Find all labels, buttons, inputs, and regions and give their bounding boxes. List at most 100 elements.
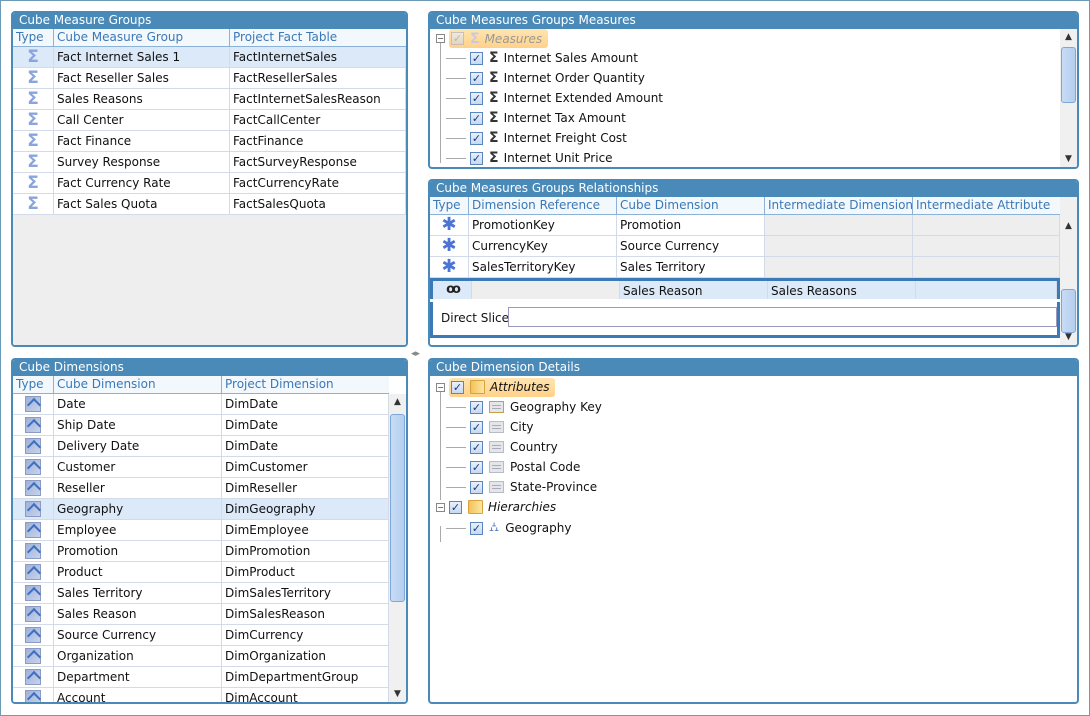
- table-row[interactable]: Source Currency DimCurrency: [13, 625, 389, 646]
- table-row[interactable]: Organization DimOrganization: [13, 646, 389, 667]
- column-header-project-fact-table[interactable]: Project Fact Table: [230, 29, 406, 46]
- type-cell: oo: [433, 281, 472, 299]
- table-row[interactable]: ✱ SalesTerritoryKey Sales Territory: [430, 257, 1060, 278]
- table-row[interactable]: Σ Sales Reasons FactInternetSalesReason: [13, 89, 406, 110]
- project-fact-table-cell: FactCurrencyRate: [230, 173, 406, 193]
- scroll-down-icon[interactable]: ▼: [1060, 151, 1077, 167]
- table-row[interactable]: Σ Survey Response FactSurveyResponse: [13, 152, 406, 173]
- scroll-thumb[interactable]: [1061, 289, 1076, 333]
- column-header-type[interactable]: Type: [430, 197, 469, 214]
- column-header-intermediate-dimension[interactable]: Intermediate Dimension: [765, 197, 913, 214]
- column-header-cube-dimension[interactable]: Cube Dimension: [617, 197, 765, 214]
- table-row[interactable]: Reseller DimReseller: [13, 478, 389, 499]
- scroll-thumb[interactable]: [1061, 47, 1076, 103]
- column-header-type[interactable]: Type: [13, 29, 54, 46]
- collapse-icon[interactable]: −: [436, 34, 445, 43]
- table-row[interactable]: Delivery Date DimDate: [13, 436, 389, 457]
- project-dimension-cell: DimProduct: [222, 562, 389, 582]
- table-row[interactable]: Promotion DimPromotion: [13, 541, 389, 562]
- checkbox[interactable]: ✓: [470, 440, 483, 454]
- tree-node-attributes[interactable]: − ✓ Attributes: [436, 377, 1077, 397]
- checkbox[interactable]: ✓: [470, 521, 483, 535]
- checkbox[interactable]: ✓: [451, 32, 464, 45]
- checkbox[interactable]: ✓: [449, 500, 462, 514]
- column-header-project-dimension[interactable]: Project Dimension: [222, 376, 389, 393]
- vertical-scrollbar[interactable]: ▲ ▼: [1060, 197, 1077, 345]
- column-header-cube-measure-group[interactable]: Cube Measure Group: [54, 29, 230, 46]
- checkbox[interactable]: ✓: [470, 71, 483, 85]
- table-row[interactable]: Date DimDate: [13, 394, 389, 415]
- column-header-dimension-reference[interactable]: Dimension Reference: [469, 197, 617, 214]
- checkbox[interactable]: ✓: [470, 460, 483, 474]
- scroll-up-icon[interactable]: ▲: [1060, 218, 1077, 234]
- tree-node-measure[interactable]: ✓ Σ Internet Order Quantity: [436, 68, 1077, 88]
- tree-node-attribute[interactable]: ✓ Country: [436, 437, 1077, 457]
- checkbox[interactable]: ✓: [470, 420, 483, 434]
- checkbox[interactable]: ✓: [470, 51, 483, 65]
- table-row[interactable]: oo Sales Reason Sales Reasons: [430, 278, 1060, 299]
- table-row[interactable]: Sales Territory DimSalesTerritory: [13, 583, 389, 604]
- table-row[interactable]: Σ Call Center FactCallCenter: [13, 110, 406, 131]
- project-dimension-cell: DimEmployee: [222, 520, 389, 540]
- table-row[interactable]: Σ Fact Finance FactFinance: [13, 131, 406, 152]
- table-row[interactable]: Σ Fact Sales Quota FactSalesQuota: [13, 194, 406, 215]
- scroll-thumb[interactable]: [390, 414, 405, 602]
- table-row[interactable]: Department DimDepartmentGroup: [13, 667, 389, 688]
- table-row[interactable]: Σ Fact Reseller Sales FactResellerSales: [13, 68, 406, 89]
- column-header-cube-dimension[interactable]: Cube Dimension: [54, 376, 222, 393]
- tree-node-measures-root[interactable]: − ✓ Σ Measures: [436, 29, 1077, 48]
- tree-node-measure[interactable]: ✓ Σ Internet Extended Amount: [436, 88, 1077, 108]
- table-row[interactable]: Σ Fact Internet Sales 1 FactInternetSales: [13, 47, 406, 68]
- table-row[interactable]: Sales Reason DimSalesReason: [13, 604, 389, 625]
- scroll-up-icon[interactable]: ▲: [1060, 29, 1077, 45]
- tree-node-attribute[interactable]: ✓ Geography Key: [436, 397, 1077, 417]
- vertical-scrollbar[interactable]: ▲ ▼: [1060, 29, 1077, 167]
- cube-measure-group-cell: Sales Reasons: [54, 89, 230, 109]
- regular-relationship-icon: ✱: [441, 236, 457, 256]
- checkbox[interactable]: ✓: [451, 380, 464, 394]
- scroll-down-icon[interactable]: ▼: [389, 686, 406, 702]
- splitter-handle[interactable]: ◂▸: [411, 349, 420, 359]
- tree-node-label: Internet Sales Amount: [503, 51, 638, 65]
- type-cell: Σ: [13, 89, 54, 109]
- column-header-type[interactable]: Type: [13, 376, 54, 393]
- table-row[interactable]: Geography DimGeography: [13, 499, 389, 520]
- table-row[interactable]: ✱ PromotionKey Promotion: [430, 215, 1060, 236]
- tree-node-attribute[interactable]: ✓ City: [436, 417, 1077, 437]
- table-row[interactable]: ✱ CurrencyKey Source Currency: [430, 236, 1060, 257]
- table-row[interactable]: Account DimAccount: [13, 688, 389, 702]
- checkbox[interactable]: ✓: [470, 91, 483, 105]
- tree-node-measure[interactable]: ✓ Σ Internet Tax Amount: [436, 108, 1077, 128]
- dimension-icon: [25, 501, 41, 517]
- checkbox[interactable]: ✓: [470, 151, 483, 165]
- scroll-up-icon[interactable]: ▲: [389, 394, 406, 410]
- table-row[interactable]: Ship Date DimDate: [13, 415, 389, 436]
- table-row[interactable]: Product DimProduct: [13, 562, 389, 583]
- cube-dimension-cell: Organization: [54, 646, 222, 666]
- collapse-icon[interactable]: −: [436, 382, 445, 392]
- sigma-icon: Σ: [27, 68, 39, 88]
- checkbox[interactable]: ✓: [470, 480, 483, 494]
- project-dimension-cell: DimDate: [222, 436, 389, 456]
- tree-node-hierarchy[interactable]: ✓ ⛼ Geography: [436, 517, 1077, 539]
- direct-slice-input[interactable]: [508, 307, 1057, 327]
- checkbox[interactable]: ✓: [470, 131, 483, 145]
- table-row[interactable]: Employee DimEmployee: [13, 520, 389, 541]
- checkbox[interactable]: ✓: [470, 111, 483, 125]
- column-header-intermediate-attribute[interactable]: Intermediate Attribute: [913, 197, 1060, 214]
- table-row[interactable]: Customer DimCustomer: [13, 457, 389, 478]
- tree-node-attribute[interactable]: ✓ State-Province: [436, 477, 1077, 497]
- tree-node-measure[interactable]: ✓ Σ Internet Sales Amount: [436, 48, 1077, 68]
- scroll-down-icon[interactable]: ▼: [1060, 329, 1077, 345]
- collapse-icon[interactable]: −: [436, 502, 445, 512]
- checkbox[interactable]: ✓: [470, 400, 483, 414]
- table-row[interactable]: Σ Fact Currency Rate FactCurrencyRate: [13, 173, 406, 194]
- tree-node-label: Internet Freight Cost: [503, 131, 627, 145]
- tree-node-hierarchies[interactable]: − ✓ Hierarchies: [436, 497, 1077, 517]
- tree-node-attribute[interactable]: ✓ Postal Code: [436, 457, 1077, 477]
- project-fact-table-cell: FactFinance: [230, 131, 406, 151]
- vertical-scrollbar[interactable]: ▲ ▼: [389, 394, 406, 702]
- tree-node-measure[interactable]: ✓ Σ Internet Freight Cost: [436, 128, 1077, 148]
- tree-node-measure[interactable]: ✓ Σ Internet Unit Price: [436, 148, 1077, 167]
- sigma-icon: Σ: [489, 150, 499, 166]
